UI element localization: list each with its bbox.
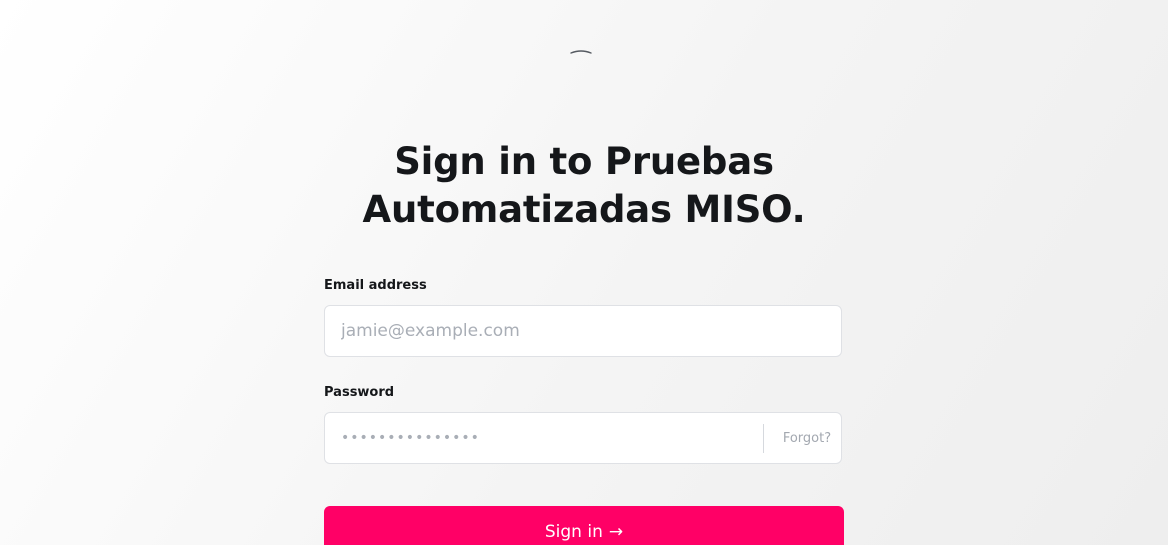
- arrow-right-icon: →: [608, 522, 624, 542]
- password-field[interactable]: Forgot?: [324, 412, 842, 464]
- email-label: Email address: [324, 278, 427, 293]
- password-input[interactable]: [341, 413, 741, 463]
- sign-in-label: Sign in: [544, 522, 603, 542]
- sign-in-button[interactable]: Sign in →: [324, 506, 844, 545]
- password-label: Password: [324, 385, 395, 400]
- email-input[interactable]: [341, 306, 821, 356]
- forgot-divider: [763, 424, 764, 453]
- page-title: Sign in to Pruebas Automatizadas MISO.: [362, 140, 806, 231]
- forgot-password-button[interactable]: Forgot?: [773, 413, 841, 463]
- spinner-arc-icon: [570, 50, 592, 54]
- email-field[interactable]: [324, 305, 842, 357]
